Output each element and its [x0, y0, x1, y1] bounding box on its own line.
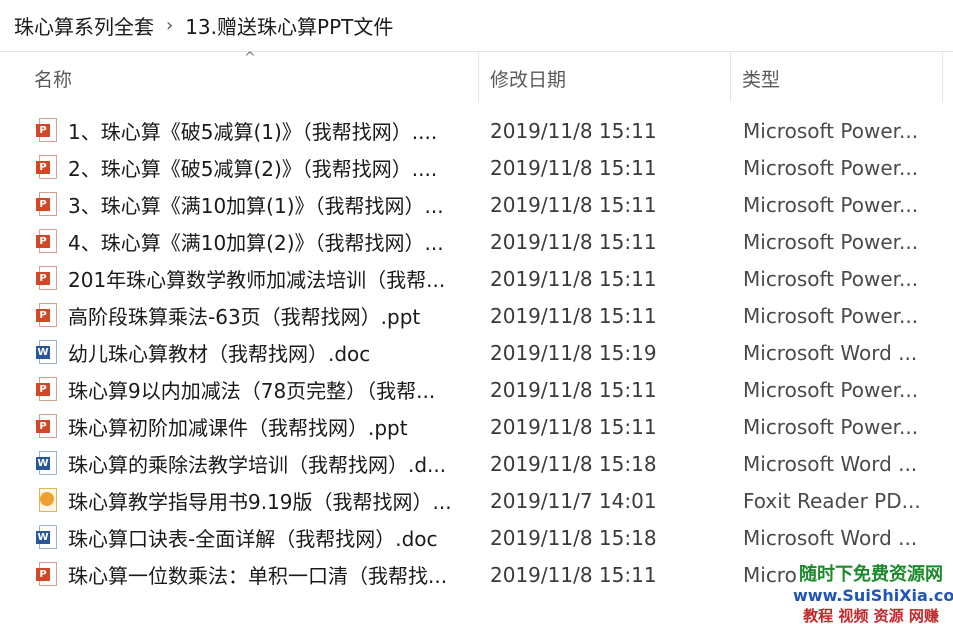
ppt-file-icon: P — [36, 228, 58, 255]
file-row[interactable]: P 4、珠心算《满10加算(2)》（我帮找网）... 2019/11/8 15:11… — [0, 223, 953, 260]
file-name-cell[interactable]: P 4、珠心算《满10加算(2)》（我帮找网）... — [36, 223, 466, 260]
watermark-line1: 随时下免费资源网 — [799, 564, 943, 585]
file-type: Microsoft Word ... — [743, 525, 918, 550]
watermark-line3: 教程 视频 资源 网赚 — [803, 607, 939, 624]
column-name-label: 名称 — [34, 68, 73, 91]
file-name-cell[interactable]: P 201年珠心算数学教师加减法培训（我帮... — [36, 260, 466, 297]
file-row[interactable]: P 3、珠心算《满10加算(1)》（我帮找网）... 2019/11/8 15:11… — [0, 186, 953, 223]
file-name: 珠心算口诀表-全面详解（我帮找网）.doc — [68, 527, 438, 551]
file-row[interactable]: P 珠心算9以内加减法（78页完整）（我帮... 2019/11/8 15:11 Mi… — [0, 371, 953, 408]
file-row[interactable]: P 珠心算初阶加减课件（我帮找网）.ppt 2019/11/8 15:11 Micro… — [0, 408, 953, 445]
watermark-logo: 随时下免费资源网 www.SuiShiXia.com 教程 视频 资源 网赚 — [793, 560, 953, 624]
word-file-icon: W — [36, 339, 58, 366]
ppt-file-icon: P — [36, 117, 58, 144]
column-date-label: 修改日期 — [490, 68, 567, 91]
watermark-line2: www.SuiShiXia.com — [793, 586, 953, 605]
file-name: 4、珠心算《满10加算(2)》（我帮找网）... — [68, 231, 444, 255]
column-divider[interactable] — [730, 52, 731, 102]
ppt-file-icon: P — [36, 191, 58, 218]
file-date: 2019/11/8 15:19 — [490, 340, 657, 365]
file-name: 珠心算教学指导用书9.19版（我帮找网）... — [68, 490, 452, 514]
file-name-cell[interactable]: W 幼儿珠心算教材（我帮找网）.doc — [36, 334, 466, 371]
file-name-cell[interactable]: P 3、珠心算《满10加算(1)》（我帮找网）... — [36, 186, 466, 223]
file-name: 珠心算一位数乘法：单积一口清（我帮找... — [68, 564, 448, 588]
file-date: 2019/11/8 15:11 — [490, 414, 657, 439]
file-row[interactable]: W 珠心算口诀表-全面详解（我帮找网）.doc 2019/11/8 15:18 Mic… — [0, 519, 953, 556]
file-name-cell[interactable]: P 珠心算9以内加减法（78页完整）（我帮... — [36, 371, 466, 408]
file-date: 2019/11/8 15:18 — [490, 525, 657, 550]
file-type: Foxit Reader PD... — [743, 488, 921, 513]
file-name: 珠心算的乘除法教学培训（我帮找网）.d... — [68, 453, 447, 477]
file-type: Microsoft Power... — [743, 229, 919, 254]
file-name-cell[interactable]: P 2、珠心算《破5减算(2)》（我帮找网）.... — [36, 149, 466, 186]
column-header: 名称 修改日期 类型 — [0, 52, 953, 104]
column-type-header[interactable]: 类型 — [730, 52, 942, 104]
file-row[interactable]: 珠心算教学指导用书9.19版（我帮找网）... 2019/11/7 14:01 Fo… — [0, 482, 953, 519]
file-type: Microsoft Word ... — [743, 451, 918, 476]
word-file-icon: W — [36, 524, 58, 551]
file-name-cell[interactable]: W 珠心算的乘除法教学培训（我帮找网）.d... — [36, 445, 466, 482]
column-date-header[interactable]: 修改日期 — [478, 52, 730, 104]
file-row[interactable]: P 201年珠心算数学教师加减法培训（我帮... 2019/11/8 15:11 Mi… — [0, 260, 953, 297]
file-type: Microsoft Power... — [743, 192, 919, 217]
file-date: 2019/11/8 15:18 — [490, 451, 657, 476]
file-name: 珠心算初阶加减课件（我帮找网）.ppt — [68, 416, 408, 440]
file-name: 珠心算9以内加减法（78页完整）（我帮... — [68, 379, 436, 403]
file-name-cell[interactable]: P 珠心算初阶加减课件（我帮找网）.ppt — [36, 408, 466, 445]
file-type: Microsoft Power... — [743, 414, 919, 439]
ppt-file-icon: P — [36, 413, 58, 440]
file-row[interactable]: W 幼儿珠心算教材（我帮找网）.doc 2019/11/8 15:19 Microso… — [0, 334, 953, 371]
file-name: 201年珠心算数学教师加减法培训（我帮... — [68, 268, 446, 292]
column-type-label: 类型 — [742, 68, 781, 91]
file-list: P 1、珠心算《破5减算(1)》（我帮找网）.... 2019/11/8 15:11… — [0, 112, 953, 593]
file-date: 2019/11/8 15:11 — [490, 562, 657, 587]
ppt-file-icon: P — [36, 302, 58, 329]
file-name-cell[interactable]: P 珠心算一位数乘法：单积一口清（我帮找... — [36, 556, 466, 593]
file-type: Microsoft Power... — [743, 155, 919, 180]
file-date: 2019/11/7 14:01 — [490, 488, 657, 513]
chevron-right-icon: › — [166, 15, 174, 36]
file-name: 3、珠心算《满10加算(1)》（我帮找网）... — [68, 194, 444, 218]
ppt-file-icon: P — [36, 561, 58, 588]
word-file-icon: W — [36, 450, 58, 477]
file-name: 高阶段珠算乘法-63页（我帮找网）.ppt — [68, 305, 421, 329]
file-name-cell[interactable]: P 高阶段珠算乘法-63页（我帮找网）.ppt — [36, 297, 466, 334]
file-name: 2、珠心算《破5减算(2)》（我帮找网）.... — [68, 157, 438, 181]
ppt-file-icon: P — [36, 154, 58, 181]
breadcrumb-current[interactable]: 13.赠送珠心算PPT文件 — [185, 11, 393, 40]
file-type: Microsoft Power... — [743, 266, 919, 291]
file-date: 2019/11/8 15:11 — [490, 303, 657, 328]
breadcrumb: 珠心算系列全套 › 13.赠送珠心算PPT文件 — [0, 0, 953, 52]
pdf-file-icon — [36, 487, 58, 514]
file-date: 2019/11/8 15:11 — [490, 192, 657, 217]
ppt-file-icon: P — [36, 265, 58, 292]
file-name-cell[interactable]: 珠心算教学指导用书9.19版（我帮找网）... — [36, 482, 466, 519]
file-date: 2019/11/8 15:11 — [490, 118, 657, 143]
file-name: 幼儿珠心算教材（我帮找网）.doc — [68, 342, 371, 366]
file-name-cell[interactable]: P 1、珠心算《破5减算(1)》（我帮找网）.... — [36, 112, 466, 149]
file-row[interactable]: P 1、珠心算《破5减算(1)》（我帮找网）.... 2019/11/8 15:11… — [0, 112, 953, 149]
sort-ascending-icon: ^ — [244, 50, 256, 66]
file-type: Microsoft Power... — [743, 377, 919, 402]
column-divider[interactable] — [942, 52, 943, 102]
file-type: Microsoft Power... — [743, 118, 919, 143]
breadcrumb-parent[interactable]: 珠心算系列全套 — [14, 11, 154, 40]
file-name: 1、珠心算《破5减算(1)》（我帮找网）.... — [68, 120, 438, 144]
file-row[interactable]: W 珠心算的乘除法教学培训（我帮找网）.d... 2019/11/8 15:18 Mi… — [0, 445, 953, 482]
file-type: Microsoft Power... — [743, 303, 919, 328]
file-name-cell[interactable]: W 珠心算口诀表-全面详解（我帮找网）.doc — [36, 519, 466, 556]
file-type: Microsoft Word ... — [743, 340, 918, 365]
file-date: 2019/11/8 15:11 — [490, 229, 657, 254]
file-row[interactable]: P 2、珠心算《破5减算(2)》（我帮找网）.... 2019/11/8 15:11… — [0, 149, 953, 186]
file-date: 2019/11/8 15:11 — [490, 155, 657, 180]
file-date: 2019/11/8 15:11 — [490, 377, 657, 402]
file-date: 2019/11/8 15:11 — [490, 266, 657, 291]
column-divider[interactable] — [478, 52, 479, 102]
file-row[interactable]: P 高阶段珠算乘法-63页（我帮找网）.ppt 2019/11/8 15:11 Mic… — [0, 297, 953, 334]
ppt-file-icon: P — [36, 376, 58, 403]
